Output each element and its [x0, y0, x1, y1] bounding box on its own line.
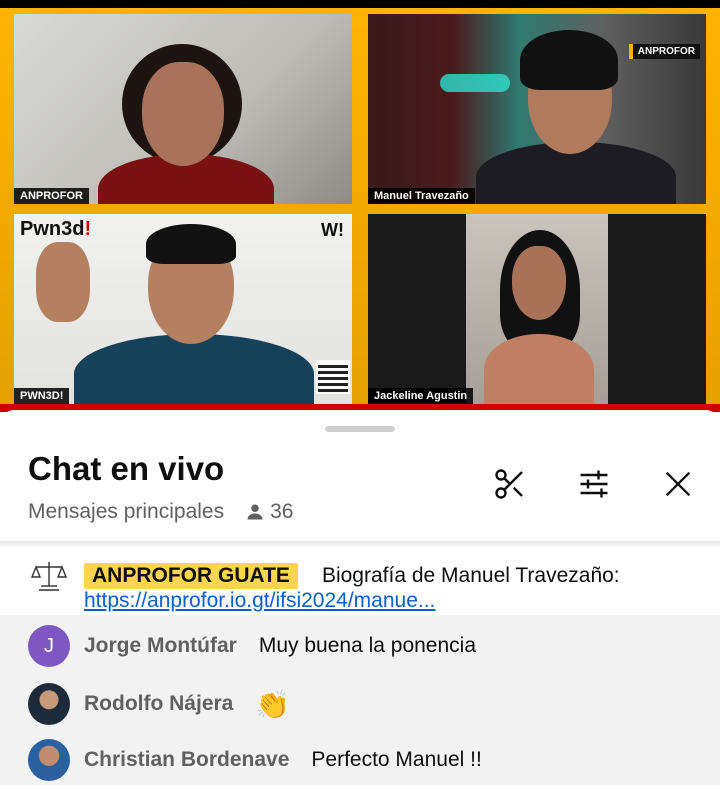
participant-face — [512, 246, 566, 320]
video-tile-manuel: ANPROFOR Manuel Travezaño — [368, 14, 706, 204]
chat-message[interactable]: Rodolfo Nájera 👏 — [28, 683, 290, 725]
drag-handle[interactable] — [325, 426, 395, 432]
message-text: Perfecto Manuel !! — [311, 748, 482, 771]
participant-face — [142, 62, 224, 166]
message-text: Muy buena la ponencia — [258, 634, 477, 657]
video-top-bar — [0, 0, 720, 8]
participant-body — [484, 334, 594, 404]
participant-hair — [146, 224, 236, 264]
w-logo: W! — [321, 220, 344, 240]
participant-name-tag: ANPROFOR — [14, 188, 89, 204]
message-link[interactable]: https://anprofor.io.gt/ifsi2024/manue... — [84, 589, 435, 613]
anprofor-logo: ANPROFOR — [628, 44, 700, 59]
participant-name-tag: Manuel Travezaño — [368, 188, 475, 204]
filter-sliders-icon[interactable] — [574, 464, 614, 504]
viewer-count-value: 36 — [270, 500, 294, 523]
avatar[interactable] — [28, 683, 70, 725]
message-text: Biografía de Manuel Travezaño: — [321, 564, 620, 587]
chat-message[interactable]: Christian Bordenave Perfecto Manuel !! — [28, 739, 482, 781]
participant-name-tag: Jackeline Agustin — [368, 388, 474, 404]
message-author[interactable]: Christian Bordenave — [84, 748, 289, 772]
video-tile-pwn3d: Pwn3d! W! PWN3D! — [14, 214, 352, 404]
raised-fist — [36, 242, 90, 322]
chat-mode-label: Mensajes principales — [28, 500, 225, 523]
person-icon — [247, 504, 263, 520]
qr-code — [316, 360, 350, 394]
viewer-count: 36 — [246, 500, 293, 524]
scissors-icon[interactable] — [490, 464, 530, 504]
participant-camera-frame — [466, 214, 608, 404]
participant-hair — [520, 30, 618, 90]
avatar[interactable]: J — [28, 625, 70, 667]
pinned-message[interactable]: ANPROFOR GUATE Biografía de Manuel Trave… — [0, 547, 720, 615]
participant-body — [74, 334, 314, 404]
video-player[interactable]: ANPROFOR ANPROFOR Manuel Travezaño Pwn3d… — [0, 0, 720, 412]
background-light — [440, 74, 510, 92]
chat-title: Chat en vivo — [28, 450, 225, 487]
message-author[interactable]: Jorge Montúfar — [84, 634, 237, 658]
scales-of-justice-icon — [28, 555, 70, 597]
message-author[interactable]: Rodolfo Nájera — [84, 692, 233, 716]
owner-author-badge[interactable]: ANPROFOR GUATE — [84, 563, 298, 589]
video-tile-anprofor: ANPROFOR — [14, 14, 352, 204]
close-icon[interactable] — [658, 464, 698, 504]
chat-message-list[interactable]: J Jorge Montúfar Muy buena la ponencia R… — [0, 615, 720, 785]
video-tile-jackeline: Jackeline Agustin — [368, 214, 706, 404]
participant-name-tag: PWN3D! — [14, 388, 70, 404]
live-chat-panel: Chat en vivo Mensajes principales 36 ANP… — [0, 410, 720, 785]
avatar[interactable] — [28, 739, 70, 781]
chat-message[interactable]: J Jorge Montúfar Muy buena la ponencia — [28, 625, 476, 667]
clapping-hands-emoji: 👏 — [255, 688, 291, 720]
pwn3d-logo: Pwn3d! — [20, 218, 92, 240]
chat-mode-selector[interactable]: Mensajes principales 36 — [28, 500, 293, 524]
